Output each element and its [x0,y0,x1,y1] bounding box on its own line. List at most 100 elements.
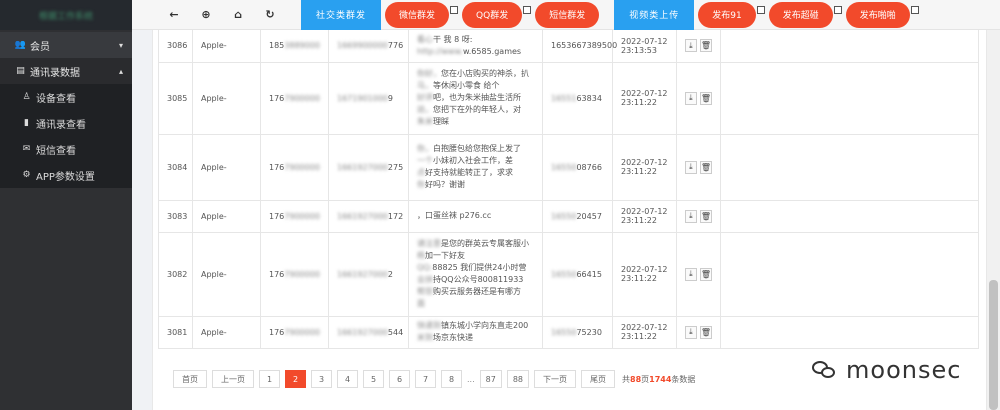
cell-empty [720,133,979,201]
download-icon[interactable]: ⤓ [685,267,697,281]
watermark-text: moonsec [846,356,962,384]
wechat-broadcast-button[interactable]: 微信群发 [385,1,450,28]
social-broadcast-button[interactable]: 社交类群发 [301,0,382,30]
vertical-scrollbar[interactable] [987,30,1000,410]
sidebar: 根据工作系统 👥 会员 ▾ ▤ 通讯录数据 ▴ ♙ 设备查看 ▮ 通讯录查看 ✉… [0,0,132,410]
back-arrow-icon[interactable]: ← [158,0,190,30]
page-number-2[interactable]: 2 [285,370,306,388]
page-number-3[interactable]: 3 [311,370,332,388]
trash-icon[interactable]: 🗑 [699,91,712,105]
publish-91-checkbox[interactable] [756,6,765,14]
cell-id: 3086 [158,30,193,63]
sidebar-item-members[interactable]: 👥 会员 ▾ [0,32,132,58]
sidebar-item-devices[interactable]: ♙ 设备查看 [0,84,132,110]
refresh-icon[interactable]: ↻ [254,0,286,30]
page-number-87[interactable]: 87 [479,370,502,388]
page-number-7[interactable]: 7 [415,370,436,388]
download-icon[interactable]: ⤓ [685,325,697,339]
video-upload-button[interactable]: 视频类上传 [614,0,695,30]
page-prev-button[interactable]: 上一页 [212,370,254,388]
sidebar-item-contacts[interactable]: ▮ 通讯录查看 [0,110,132,136]
page-number-88[interactable]: 88 [506,370,530,388]
cell-id: 3084 [158,133,193,201]
total-pages: 88 [630,374,642,384]
page-number-8[interactable]: 8 [441,370,462,388]
bank-icon[interactable]: ⌂ [222,0,254,30]
scrollbar-thumb[interactable] [989,280,998,410]
sidebar-item-label: 设备查看 [36,93,76,105]
message-line: 业扶持QQ公众号800811933 [417,275,524,284]
cell-model: Apple- [192,30,261,63]
target-icon[interactable]: ⊕ [190,0,222,30]
sidebar-item-sms[interactable]: ✉ 短信查看 [0,136,132,162]
sms-broadcast-button[interactable]: 短信群发 [535,1,600,28]
table-row: 3085 Apple- 1767900000 16719010009 你好，您在小店购买… [158,61,979,135]
message-line: QQ:88825 我们提供24小时营 [417,263,527,272]
sms-table: 3086 Apple- 1853889000 1669900000776 看心干 我 8… [158,30,979,349]
trash-icon[interactable]: 🗑 [699,39,712,53]
qq-checkbox[interactable] [523,6,532,14]
message-line: 你好吗？谢谢 [417,180,465,189]
download-icon[interactable]: ⤓ [685,160,697,174]
sidebar-item-contacts-data[interactable]: ▤ 通讯录数据 ▴ [0,58,132,84]
page-number-5[interactable]: 5 [363,370,384,388]
cell-phone: 1767900000 [260,315,329,349]
cell-message: 看心干 我 8 呀: http://www.w.6585.games [408,30,543,63]
trash-icon[interactable]: 🗑 [699,267,712,281]
message-line: 一个小妹初入社会工作，差 [417,156,513,165]
message-line: http://www.w.6585.games [417,46,522,56]
cell-message: 快递到镇东城小学向东直走200 米到场京东快递 [408,315,543,349]
gear-icon: ⚙ [22,170,31,180]
cell-empty [720,231,979,317]
cell-datetime: 2022-07-12 23:11:22 [612,133,677,201]
app-root: 根据工作系统 👥 会员 ▾ ▤ 通讯录数据 ▴ ♙ 设备查看 ▮ 通讯录查看 ✉… [0,0,1000,410]
download-icon[interactable]: ⤓ [685,39,697,53]
trash-icon[interactable]: 🗑 [699,325,712,339]
table-row: 3086 Apple- 1853889000 1669900000776 看心干 我 8… [158,30,979,63]
table-body: 3086 Apple- 1853889000 1669900000776 看心干 我 8… [158,30,979,349]
id-card-icon: ▤ [16,66,25,76]
book-icon: ▮ [24,118,29,128]
download-icon[interactable]: ⤓ [685,91,697,105]
watermark: moonsec [812,356,961,384]
download-icon[interactable]: ⤓ [685,209,697,223]
page-number-4[interactable]: 4 [337,370,358,388]
users-icon: 👥 [14,40,27,50]
publish-91-button[interactable]: 发布91 [698,1,756,28]
page-info: 共88页1744条数据 [622,374,696,384]
qq-broadcast-button[interactable]: QQ群发 [462,1,523,28]
cell-id: 3082 [158,231,193,317]
wechat-checkbox[interactable] [450,6,459,14]
message-line: 朱米理睬 [417,117,449,126]
cell-model: Apple- [192,61,261,135]
cell-empty [720,315,979,349]
cell-empty [720,199,979,233]
message-line: 请注意是您的群英云专属客服小 [417,239,529,248]
trash-icon[interactable]: 🗑 [699,160,712,174]
page-number-1[interactable]: 1 [259,370,280,388]
toolbar: ← ⊕ ⌂ ↻ 社交类群发 微信群发 QQ群发 短信群发 视频类上传 发布91 … [132,0,1000,30]
wechat-logo-icon [812,359,838,381]
publish-dy-checkbox[interactable] [833,6,842,14]
message-line: 你好，您在小店购买的神杀，扒 [417,69,529,78]
page-ellipsis: ... [467,374,475,384]
trash-icon[interactable]: 🗑 [699,209,712,223]
publish-aph-checkbox[interactable] [910,6,919,14]
cell-phone: 1853889000 [260,30,329,63]
page-first-button[interactable]: 首页 [173,370,207,388]
page-next-button[interactable]: 下一页 [534,370,577,388]
cell-sender: 1655075230 [542,315,613,349]
page-last-button[interactable]: 尾页 [581,370,616,388]
cell-message: 请注意是您的群英云专属客服小 杨加一下好友 QQ:88825 我们提供24小时营 业扶… [408,231,543,317]
cell-model: Apple- [192,199,261,233]
page-number-6[interactable]: 6 [389,370,410,388]
publish-dy-button[interactable]: 发布超碰 [768,1,833,28]
cell-id: 3081 [158,315,193,349]
cell-imei: 1669900000776 [328,30,409,63]
page-tail-list: 87 88 [479,370,534,388]
brand-text: 根据工作系统 [38,11,93,22]
publish-aph-button[interactable]: 发布啪啪 [845,1,910,28]
sidebar-item-app-settings[interactable]: ⚙ APP参数设置 [0,162,132,188]
cell-phone: 1767900000 [260,231,329,317]
cell-imei: 1661927000544 [328,315,409,349]
